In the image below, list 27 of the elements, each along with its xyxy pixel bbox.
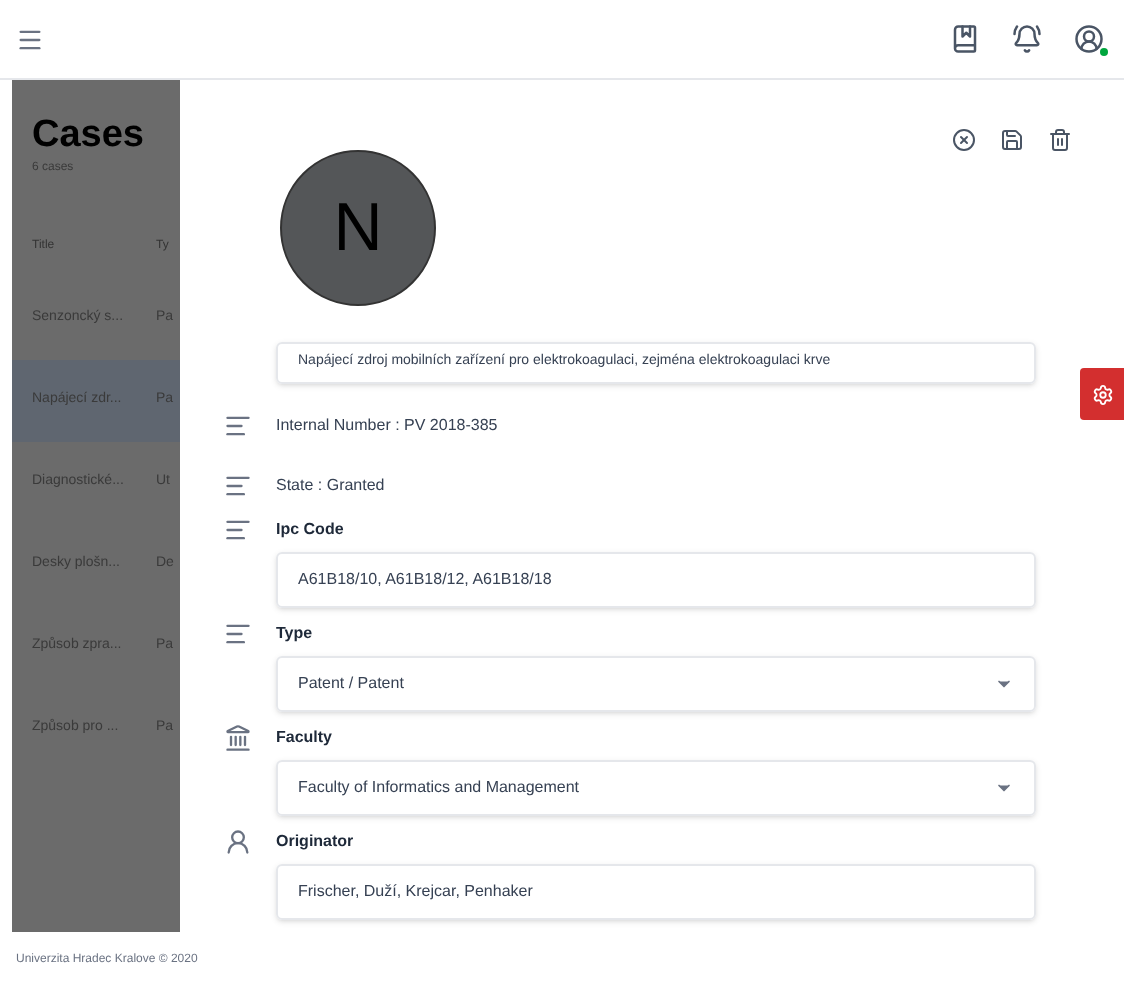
close-icon[interactable] bbox=[952, 128, 976, 152]
trash-icon[interactable] bbox=[1048, 128, 1072, 152]
save-icon[interactable] bbox=[1000, 128, 1024, 152]
settings-icon bbox=[1091, 383, 1113, 405]
bank-icon bbox=[224, 724, 252, 752]
input-field[interactable]: A61B18/10, A61B18/12, A61B18/18 bbox=[276, 552, 1036, 608]
field-label: Originator bbox=[276, 830, 354, 854]
field-text: State : Granted bbox=[276, 474, 385, 498]
select-field[interactable]: Faculty of Informatics and Management bbox=[276, 760, 1036, 816]
menu-icon[interactable] bbox=[16, 25, 44, 53]
bookmarks-icon[interactable] bbox=[950, 24, 980, 54]
page-title: Cases bbox=[32, 112, 146, 160]
field-text: Internal Number : PV 2018-385 bbox=[276, 414, 498, 438]
lines-icon bbox=[224, 516, 252, 544]
input-field[interactable]: Frischer, Duží, Krejcar, Penhaker bbox=[276, 864, 1036, 920]
settings-button[interactable] bbox=[1080, 368, 1124, 420]
avatar: N bbox=[280, 150, 436, 306]
lines-icon bbox=[224, 412, 252, 440]
lines-icon bbox=[224, 472, 252, 500]
field-label: Type bbox=[276, 622, 313, 646]
lines-icon bbox=[224, 620, 252, 648]
field-label: Ipc Code bbox=[276, 518, 344, 542]
bell-icon[interactable] bbox=[1012, 24, 1042, 54]
field-label: Faculty bbox=[276, 726, 333, 750]
select-field[interactable]: Patent / Patent bbox=[276, 656, 1036, 712]
user-icon[interactable] bbox=[1074, 24, 1104, 54]
person-icon bbox=[224, 828, 252, 856]
